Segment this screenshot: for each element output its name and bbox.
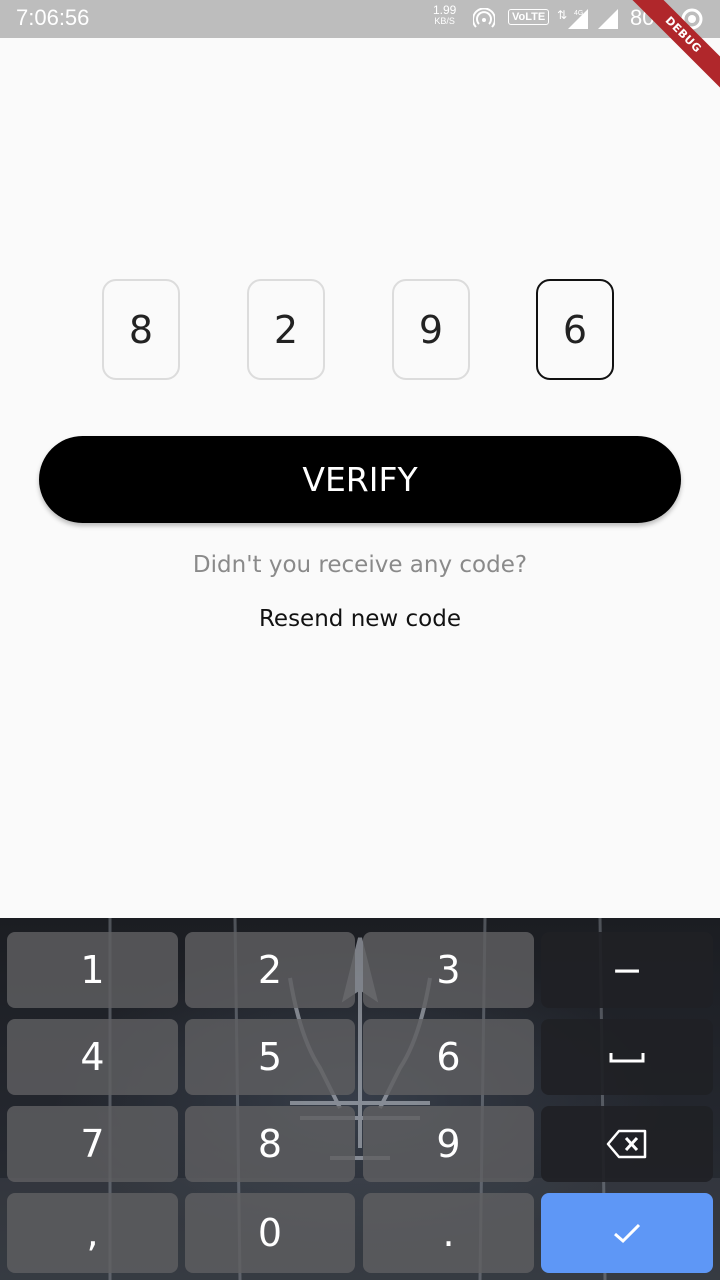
network-speed-value: 1.99 bbox=[433, 3, 457, 17]
space-icon bbox=[609, 1053, 645, 1063]
resend-code-link[interactable]: Resend new code bbox=[0, 606, 720, 632]
backspace-icon bbox=[606, 1129, 647, 1159]
key-5[interactable]: 5 bbox=[185, 1019, 355, 1095]
otp-digit-3[interactable]: 9 bbox=[392, 279, 470, 380]
checkmark-icon bbox=[614, 1223, 641, 1244]
status-time: 7:06:56 bbox=[16, 5, 90, 30]
signal-icon bbox=[598, 9, 618, 29]
key-8[interactable]: 8 bbox=[185, 1106, 355, 1182]
comma-key[interactable]: , bbox=[7, 1193, 178, 1273]
numeric-keyboard: 1 2 3 − 4 5 6 7 8 9 , 0 . bbox=[0, 918, 720, 1280]
key-4[interactable]: 4 bbox=[7, 1019, 178, 1095]
status-bar: 7:06:56 1.99 KB/S VoLTE ⇅ 4G 80% bbox=[0, 0, 720, 38]
key-1[interactable]: 1 bbox=[7, 932, 178, 1008]
key-2[interactable]: 2 bbox=[185, 932, 355, 1008]
hotspot-icon bbox=[473, 8, 495, 28]
network-speed-unit: KB/S bbox=[434, 16, 455, 26]
minus-key[interactable]: − bbox=[541, 932, 713, 1008]
signal-4g-icon: 4G bbox=[568, 9, 588, 29]
key-0[interactable]: 0 bbox=[185, 1193, 355, 1273]
period-key[interactable]: . bbox=[363, 1193, 534, 1273]
resend-prompt: Didn't you receive any code? bbox=[192, 552, 528, 578]
network-speed: 1.99 KB/S bbox=[433, 3, 457, 27]
done-key[interactable] bbox=[541, 1193, 713, 1273]
network-type-label: 4G bbox=[574, 10, 583, 17]
verify-button[interactable]: VERIFY bbox=[39, 436, 681, 523]
volte-badge: VoLTE bbox=[508, 9, 550, 25]
backspace-key[interactable] bbox=[541, 1106, 713, 1182]
space-key[interactable] bbox=[541, 1019, 713, 1095]
otp-digit-1[interactable]: 8 bbox=[102, 279, 180, 380]
otp-digit-4[interactable]: 6 bbox=[536, 279, 614, 380]
key-6[interactable]: 6 bbox=[363, 1019, 534, 1095]
key-7[interactable]: 7 bbox=[7, 1106, 178, 1182]
key-9[interactable]: 9 bbox=[363, 1106, 534, 1182]
key-3[interactable]: 3 bbox=[363, 932, 534, 1008]
otp-digit-2[interactable]: 2 bbox=[247, 279, 325, 380]
